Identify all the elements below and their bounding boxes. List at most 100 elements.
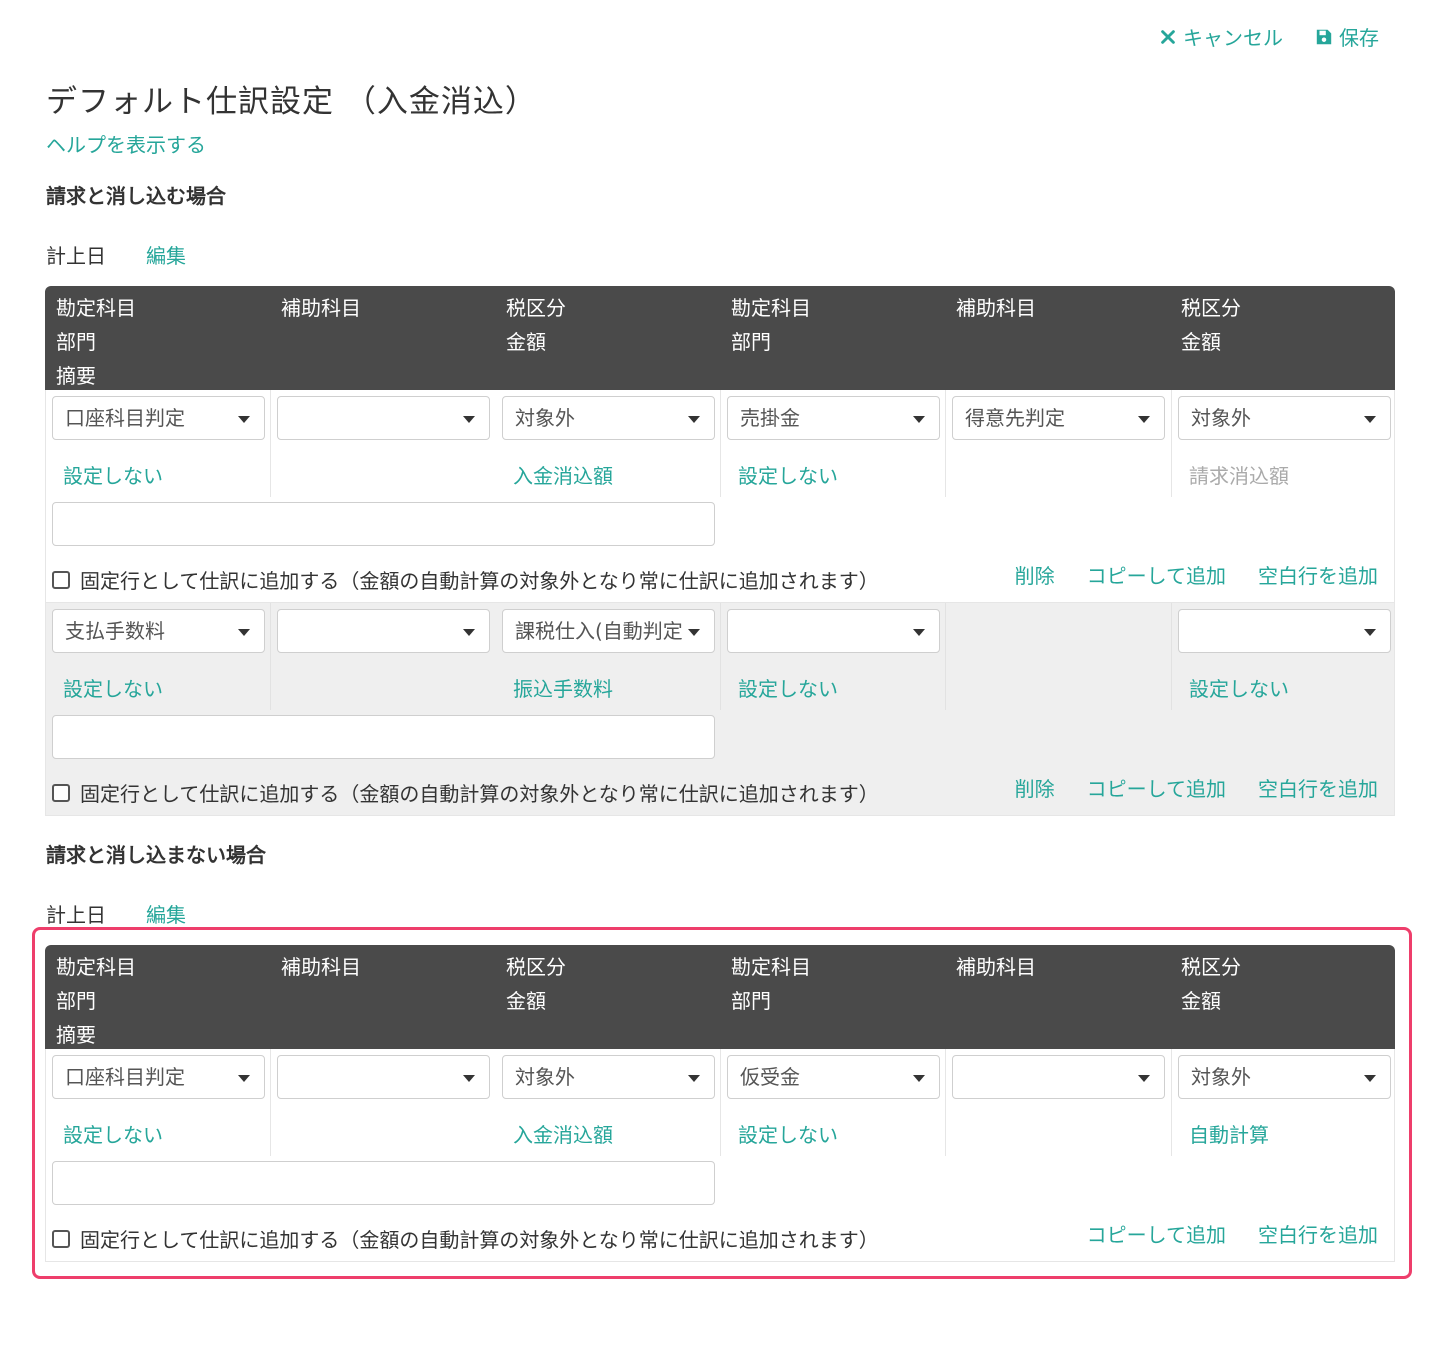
credit-amount-link[interactable]: 設定しない	[1189, 673, 1289, 702]
caret-down-icon	[463, 629, 475, 636]
header-credit-amount: 金額	[1181, 989, 1221, 1013]
posting-date-line: 計上日 編集	[46, 240, 186, 269]
credit-department-link[interactable]: 設定しない	[738, 460, 838, 489]
fixed-row-label: 固定行として仕訳に追加する（金額の自動計算の対象外となり常に仕訳に追加されます）	[80, 569, 879, 593]
credit-account-select[interactable]	[727, 609, 940, 653]
copy-add-row-link[interactable]: コピーして追加	[1087, 560, 1226, 589]
add-blank-row-link[interactable]: 空白行を追加	[1258, 773, 1378, 802]
header-credit-sub-account: 補助科目	[956, 955, 1036, 979]
debit-amount-link[interactable]: 入金消込額	[513, 460, 613, 489]
header-credit-sub-account: 補助科目	[956, 296, 1036, 320]
caret-down-icon	[688, 629, 700, 636]
debit-tax-select[interactable]: 課税仕入(自動判定	[502, 609, 715, 653]
caret-down-icon	[1364, 416, 1376, 423]
debit-amount-link[interactable]: 入金消込額	[513, 1119, 613, 1148]
debit-sub-account-select[interactable]	[277, 609, 490, 653]
credit-tax-select[interactable]: 対象外	[1178, 396, 1391, 440]
posting-date-label: 計上日	[46, 244, 106, 268]
table-row: 口座科目判定 設定しない 対象外 入金消込額 売掛金 設定しない 得意先判定 対…	[45, 390, 1395, 603]
caret-down-icon	[238, 1075, 250, 1082]
debit-department-link[interactable]: 設定しない	[63, 1119, 163, 1148]
table-header: 勘定科目 補助科目 税区分 勘定科目 補助科目 税区分 部門 金額 部門 金額 …	[45, 945, 1395, 1049]
header-debit-account: 勘定科目	[56, 955, 136, 979]
copy-add-row-link[interactable]: コピーして追加	[1087, 773, 1226, 802]
credit-department-link[interactable]: 設定しない	[738, 1119, 838, 1148]
header-credit-account: 勘定科目	[731, 296, 811, 320]
caret-down-icon	[238, 629, 250, 636]
header-credit-account: 勘定科目	[731, 955, 811, 979]
posting-date-edit-link[interactable]: 編集	[146, 240, 186, 269]
header-debit-account: 勘定科目	[56, 296, 136, 320]
credit-account-select[interactable]: 仮受金	[727, 1055, 940, 1099]
help-link[interactable]: ヘルプを表示する	[46, 129, 206, 158]
delete-row-link[interactable]: 削除	[1015, 773, 1055, 802]
debit-department-link[interactable]: 設定しない	[63, 673, 163, 702]
caret-down-icon	[688, 1075, 700, 1082]
credit-amount-link[interactable]: 自動計算	[1189, 1119, 1269, 1148]
header-memo: 摘要	[56, 1023, 96, 1047]
debit-tax-select[interactable]: 対象外	[502, 396, 715, 440]
row-actions: 削除 コピーして追加 空白行を追加	[1015, 773, 1378, 802]
credit-department-link[interactable]: 設定しない	[738, 673, 838, 702]
fixed-row-option: 固定行として仕訳に追加する（金額の自動計算の対象外となり常に仕訳に追加されます）	[52, 565, 879, 594]
debit-tax-select[interactable]: 対象外	[502, 1055, 715, 1099]
header-credit-amount: 金額	[1181, 330, 1221, 354]
debit-sub-account-select[interactable]	[277, 1055, 490, 1099]
debit-account-select[interactable]: 口座科目判定	[52, 396, 265, 440]
debit-account-select[interactable]: 支払手数料	[52, 609, 265, 653]
header-debit-sub-account: 補助科目	[281, 296, 361, 320]
table-header: 勘定科目 補助科目 税区分 勘定科目 補助科目 税区分 部門 金額 部門 金額 …	[45, 286, 1395, 390]
page-title: デフォルト仕訳設定 （入金消込）	[46, 84, 537, 120]
header-debit-department: 部門	[56, 989, 96, 1013]
journal-table-no-reconcile: 勘定科目 補助科目 税区分 勘定科目 補助科目 税区分 部門 金額 部門 金額 …	[45, 945, 1395, 1262]
credit-tax-select[interactable]	[1178, 609, 1391, 653]
caret-down-icon	[1364, 1075, 1376, 1082]
add-blank-row-link[interactable]: 空白行を追加	[1258, 1219, 1378, 1248]
copy-add-row-link[interactable]: コピーして追加	[1087, 1219, 1226, 1248]
fixed-row-option: 固定行として仕訳に追加する（金額の自動計算の対象外となり常に仕訳に追加されます）	[52, 778, 879, 807]
fixed-row-checkbox[interactable]	[52, 570, 70, 589]
top-actions: キャンセル 保存	[1159, 22, 1379, 51]
header-credit-department: 部門	[731, 989, 771, 1013]
debit-amount-link[interactable]: 振込手数料	[513, 673, 613, 702]
memo-input[interactable]	[52, 502, 715, 546]
delete-row-link[interactable]: 削除	[1015, 560, 1055, 589]
memo-input[interactable]	[52, 1161, 715, 1205]
caret-down-icon	[688, 416, 700, 423]
header-credit-department: 部門	[731, 330, 771, 354]
credit-sub-account-select[interactable]	[952, 1055, 1165, 1099]
fixed-row-label: 固定行として仕訳に追加する（金額の自動計算の対象外となり常に仕訳に追加されます）	[80, 782, 879, 806]
fixed-row-checkbox[interactable]	[52, 1229, 70, 1248]
cancel-label: キャンセル	[1183, 26, 1283, 50]
caret-down-icon	[913, 629, 925, 636]
memo-input[interactable]	[52, 715, 715, 759]
save-button[interactable]: 保存	[1315, 22, 1379, 51]
header-debit-amount: 金額	[506, 989, 546, 1013]
posting-date-line: 計上日 編集	[46, 899, 186, 928]
journal-table-reconcile: 勘定科目 補助科目 税区分 勘定科目 補助科目 税区分 部門 金額 部門 金額 …	[45, 286, 1395, 816]
debit-account-select[interactable]: 口座科目判定	[52, 1055, 265, 1099]
caret-down-icon	[463, 1075, 475, 1082]
save-label: 保存	[1339, 26, 1379, 50]
credit-account-select[interactable]: 売掛金	[727, 396, 940, 440]
row-actions: 削除 コピーして追加 空白行を追加	[1015, 560, 1378, 589]
header-credit-tax: 税区分	[1181, 296, 1241, 320]
table-row: 支払手数料 設定しない 課税仕入(自動判定 振込手数料 設定しない 設定しない …	[45, 603, 1395, 816]
debit-sub-account-select[interactable]	[277, 396, 490, 440]
section-title-reconcile: 請求と消し込む場合	[46, 184, 226, 208]
credit-sub-account-select[interactable]: 得意先判定	[952, 396, 1165, 440]
cancel-button[interactable]: キャンセル	[1159, 22, 1283, 51]
header-memo: 摘要	[56, 364, 96, 388]
caret-down-icon	[463, 416, 475, 423]
caret-down-icon	[1138, 416, 1150, 423]
caret-down-icon	[913, 1075, 925, 1082]
header-debit-department: 部門	[56, 330, 96, 354]
posting-date-edit-link[interactable]: 編集	[146, 899, 186, 928]
fixed-row-checkbox[interactable]	[52, 783, 70, 802]
add-blank-row-link[interactable]: 空白行を追加	[1258, 560, 1378, 589]
debit-department-link[interactable]: 設定しない	[63, 460, 163, 489]
header-debit-sub-account: 補助科目	[281, 955, 361, 979]
header-debit-amount: 金額	[506, 330, 546, 354]
credit-tax-select[interactable]: 対象外	[1178, 1055, 1391, 1099]
caret-down-icon	[1138, 1075, 1150, 1082]
